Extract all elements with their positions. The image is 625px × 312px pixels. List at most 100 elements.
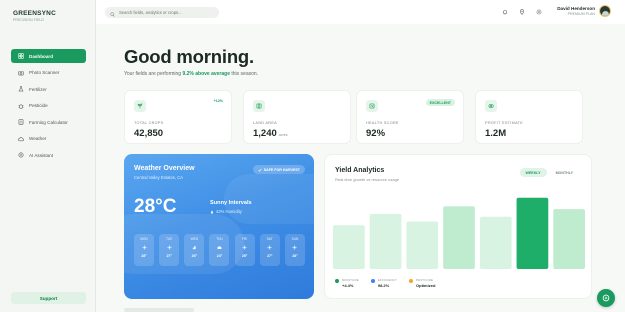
sidebar-item-pesticide[interactable]: Pesticide xyxy=(11,99,86,113)
forecast-day-name: SUN xyxy=(291,237,299,241)
weather-card[interactable]: Weather Overview Central Valley Estates,… xyxy=(124,154,314,299)
sidebar-item-label: Photo Scanner xyxy=(29,70,60,75)
settings-icon[interactable] xyxy=(535,8,543,16)
weather-title: Weather Overview xyxy=(134,165,195,172)
sidebar-item-farming-calculator[interactable]: Farming Calculator xyxy=(11,115,86,129)
check-icon xyxy=(258,168,262,172)
camera-icon xyxy=(17,69,24,76)
legend-value: +4.4% xyxy=(342,283,354,288)
sidebar-item-label: Farming Calculator xyxy=(29,119,68,125)
safe-for-harvest-badge[interactable]: SAFE FOR HARVEST xyxy=(252,165,305,174)
sparkle-icon xyxy=(17,152,24,159)
legend-value: Optimized xyxy=(416,283,436,288)
search-bar[interactable] xyxy=(105,7,219,18)
stat-card-health-score[interactable]: EXCELLENT HEALTH SCORE 92% xyxy=(356,90,464,144)
yield-bar-6[interactable] xyxy=(516,197,549,269)
weather-humidity: 42% Humidity xyxy=(210,209,242,214)
forecast-temp: 24° xyxy=(216,254,223,258)
bug-icon xyxy=(17,102,24,109)
forecast-day[interactable]: SAT 27° xyxy=(259,234,280,266)
weather-temperature: 28°C xyxy=(134,196,177,217)
stat-label: TOTAL CROPS xyxy=(134,121,164,125)
yield-bar-4[interactable] xyxy=(443,206,475,269)
avatar[interactable] xyxy=(599,5,611,17)
forecast-day[interactable]: THU 24° xyxy=(209,234,230,266)
legend-name: PESTICIDE xyxy=(416,278,434,282)
sidebar-item-label: AI Assistant xyxy=(29,152,54,158)
legend-dot xyxy=(335,279,339,283)
grid-icon xyxy=(17,53,24,60)
stat-card-total-crops[interactable]: +12% TOTAL CROPS 42,850 xyxy=(124,90,232,144)
weather-condition: Sunny Intervals xyxy=(210,200,252,206)
brand-tagline: PRECISION FIELD xyxy=(13,18,44,22)
forecast-day-name: SAT xyxy=(266,237,273,241)
stat-label: PROFIT ESTIMATE xyxy=(485,121,524,125)
user-menu[interactable]: David Henderson PREMIUM PLAN xyxy=(557,5,611,17)
tab-weekly[interactable]: WEEKLY xyxy=(519,168,547,177)
forecast-day[interactable]: WED 26° xyxy=(184,234,205,266)
bell-icon[interactable] xyxy=(501,8,509,16)
status-badge: EXCELLENT xyxy=(425,99,455,106)
forecast-day[interactable]: TUE 27° xyxy=(159,234,180,266)
legend-item-efficiency: EFFICIENCY 98.2% xyxy=(370,278,398,288)
forecast-day-name: WED xyxy=(190,237,199,241)
yield-title: Yield Analytics xyxy=(335,167,385,174)
sidebar-item-fertilizer[interactable]: Fertilizer xyxy=(11,82,86,96)
support-button[interactable]: Support xyxy=(11,292,86,304)
ai-chat-button[interactable] xyxy=(597,289,615,307)
sun-icon xyxy=(166,244,172,250)
sidebar-item-dashboard[interactable]: Dashboard xyxy=(11,49,86,63)
brand: GREENSYNC PRECISION FIELD xyxy=(13,10,56,22)
user-name: David Henderson xyxy=(557,6,595,11)
forecast-temp: 28° xyxy=(292,254,298,258)
stat-number: 1.2M xyxy=(485,128,507,139)
yield-bar-1[interactable] xyxy=(333,225,365,269)
forecast-day-name: TUE xyxy=(165,237,173,241)
sidebar-item-ai-assistant[interactable]: AI Assistant xyxy=(11,148,86,162)
sidebar-nav: Dashboard Photo Scanner Fertilizer Pesti… xyxy=(11,49,86,165)
tab-monthly[interactable]: MONTHLY xyxy=(550,168,579,177)
legend-value: 98.2% xyxy=(377,283,390,288)
sun-icon xyxy=(292,244,298,250)
yield-bar-5[interactable] xyxy=(479,216,512,269)
legend-item-moisture: MOISTURE +4.4% xyxy=(335,278,359,288)
humidity-text: 42% Humidity xyxy=(216,209,242,214)
sidebar-item-label: Dashboard xyxy=(29,53,53,59)
chat-icon xyxy=(602,294,610,302)
greeting-subtitle: Your fields are performing 9.2% above av… xyxy=(124,71,258,77)
stat-badge: +12% xyxy=(213,99,223,103)
forecast-temp: 25° xyxy=(241,254,248,258)
stat-value: 92% xyxy=(366,128,385,139)
stat-label: HEALTH SCORE xyxy=(366,121,399,125)
forecast-day[interactable]: SUN 28° xyxy=(284,234,305,266)
page-title: Good morning. xyxy=(124,46,254,67)
legend-item-pesticide: PESTICIDE Optimized xyxy=(409,278,435,288)
coins-icon xyxy=(485,100,497,112)
cloud-sun-icon xyxy=(191,244,197,250)
forecast-day-name: THU xyxy=(216,237,223,241)
forecast-row: MON 28° TUE 27° WED 26° THU 24° FRI 25° SAT 27… xyxy=(134,234,305,266)
legend-dot xyxy=(409,279,414,283)
location-icon[interactable] xyxy=(518,8,526,16)
forecast-day[interactable]: MON 28° xyxy=(134,234,154,266)
yield-bar-7[interactable] xyxy=(553,209,585,269)
search-input[interactable] xyxy=(119,10,214,15)
legend-name: EFFICIENCY xyxy=(377,278,398,282)
safe-label: SAFE FOR HARVEST xyxy=(263,167,300,172)
heart-icon xyxy=(366,100,378,112)
sidebar-item-photo-scanner[interactable]: Photo Scanner xyxy=(11,66,86,80)
stat-card-profit-estimate[interactable]: PROFIT ESTIMATE 1.2M xyxy=(475,90,583,144)
stat-unit: acres xyxy=(278,133,288,137)
sidebar: GREENSYNC PRECISION FIELD Dashboard Phot… xyxy=(0,0,96,312)
yield-bar-3[interactable] xyxy=(406,221,439,270)
calculator-icon xyxy=(17,119,24,126)
sidebar-item-weather[interactable]: Weather xyxy=(11,132,86,146)
yield-legend: MOISTURE +4.4% EFFICIENCY 98.2% PESTICIDE O… xyxy=(335,278,447,288)
forecast-temp: 28° xyxy=(141,254,147,258)
brand-name: GREENSYNC xyxy=(13,10,56,17)
stat-card-land-area[interactable]: LAND AREA 1,240 acres xyxy=(243,90,351,144)
forecast-day[interactable]: FRI 25° xyxy=(234,234,255,266)
cloud-icon xyxy=(216,244,222,250)
yield-bar-2[interactable] xyxy=(369,213,402,269)
legend-name: MOISTURE xyxy=(342,278,359,282)
